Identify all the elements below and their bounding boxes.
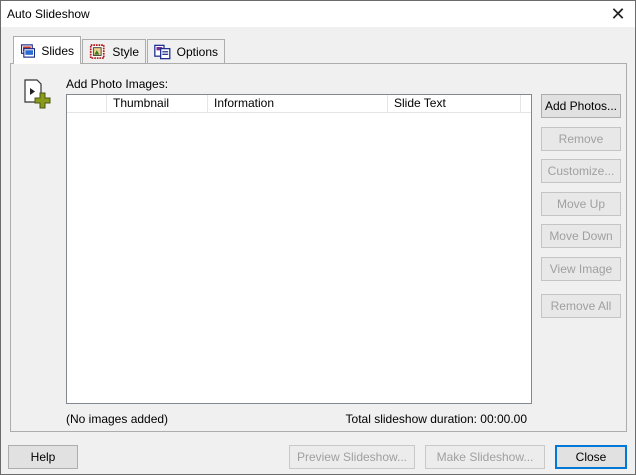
remove-all-button[interactable]: Remove All	[541, 294, 621, 318]
list-header: Thumbnail Information Slide Text	[67, 95, 531, 113]
slideshow-duration-status: Total slideshow duration: 00:00.00	[345, 412, 527, 426]
column-header-blank[interactable]	[67, 95, 107, 112]
add-slide-icon	[24, 79, 51, 109]
close-window-icon[interactable]: ✕	[601, 1, 635, 27]
tab-options[interactable]: Options	[147, 39, 225, 63]
customize-button[interactable]: Customize...	[541, 159, 621, 183]
preview-slideshow-button[interactable]: Preview Slideshow...	[289, 445, 415, 469]
remove-button[interactable]: Remove	[541, 127, 621, 151]
column-header-information[interactable]: Information	[208, 95, 388, 112]
add-photo-images-label: Add Photo Images:	[66, 77, 169, 91]
window-title: Auto Slideshow	[7, 7, 90, 21]
move-up-button[interactable]: Move Up	[541, 192, 621, 216]
images-count-status: (No images added)	[66, 412, 169, 426]
tab-slides-label: Slides	[41, 43, 74, 58]
options-icon	[154, 44, 171, 59]
add-photos-button[interactable]: Add Photos...	[541, 94, 621, 118]
tab-slides[interactable]: Slides	[13, 36, 81, 64]
photo-list-view[interactable]: Thumbnail Information Slide Text	[66, 94, 532, 404]
tab-style-label: Style	[112, 44, 139, 59]
style-icon	[89, 43, 105, 59]
view-image-button[interactable]: View Image	[541, 257, 621, 281]
make-slideshow-button[interactable]: Make Slideshow...	[425, 445, 545, 469]
tab-options-label: Options	[176, 44, 218, 59]
close-button[interactable]: Close	[555, 445, 627, 469]
auto-slideshow-dialog: Auto Slideshow ✕ Slides Style Options Ad…	[0, 0, 636, 475]
column-header-slide-text[interactable]: Slide Text	[388, 95, 521, 112]
slides-icon	[20, 43, 36, 58]
help-button[interactable]: Help	[8, 445, 78, 469]
move-down-button[interactable]: Move Down	[541, 224, 621, 248]
title-bar: Auto Slideshow ✕	[1, 1, 635, 27]
tab-style[interactable]: Style	[82, 39, 146, 63]
column-header-thumbnail[interactable]: Thumbnail	[107, 95, 208, 112]
